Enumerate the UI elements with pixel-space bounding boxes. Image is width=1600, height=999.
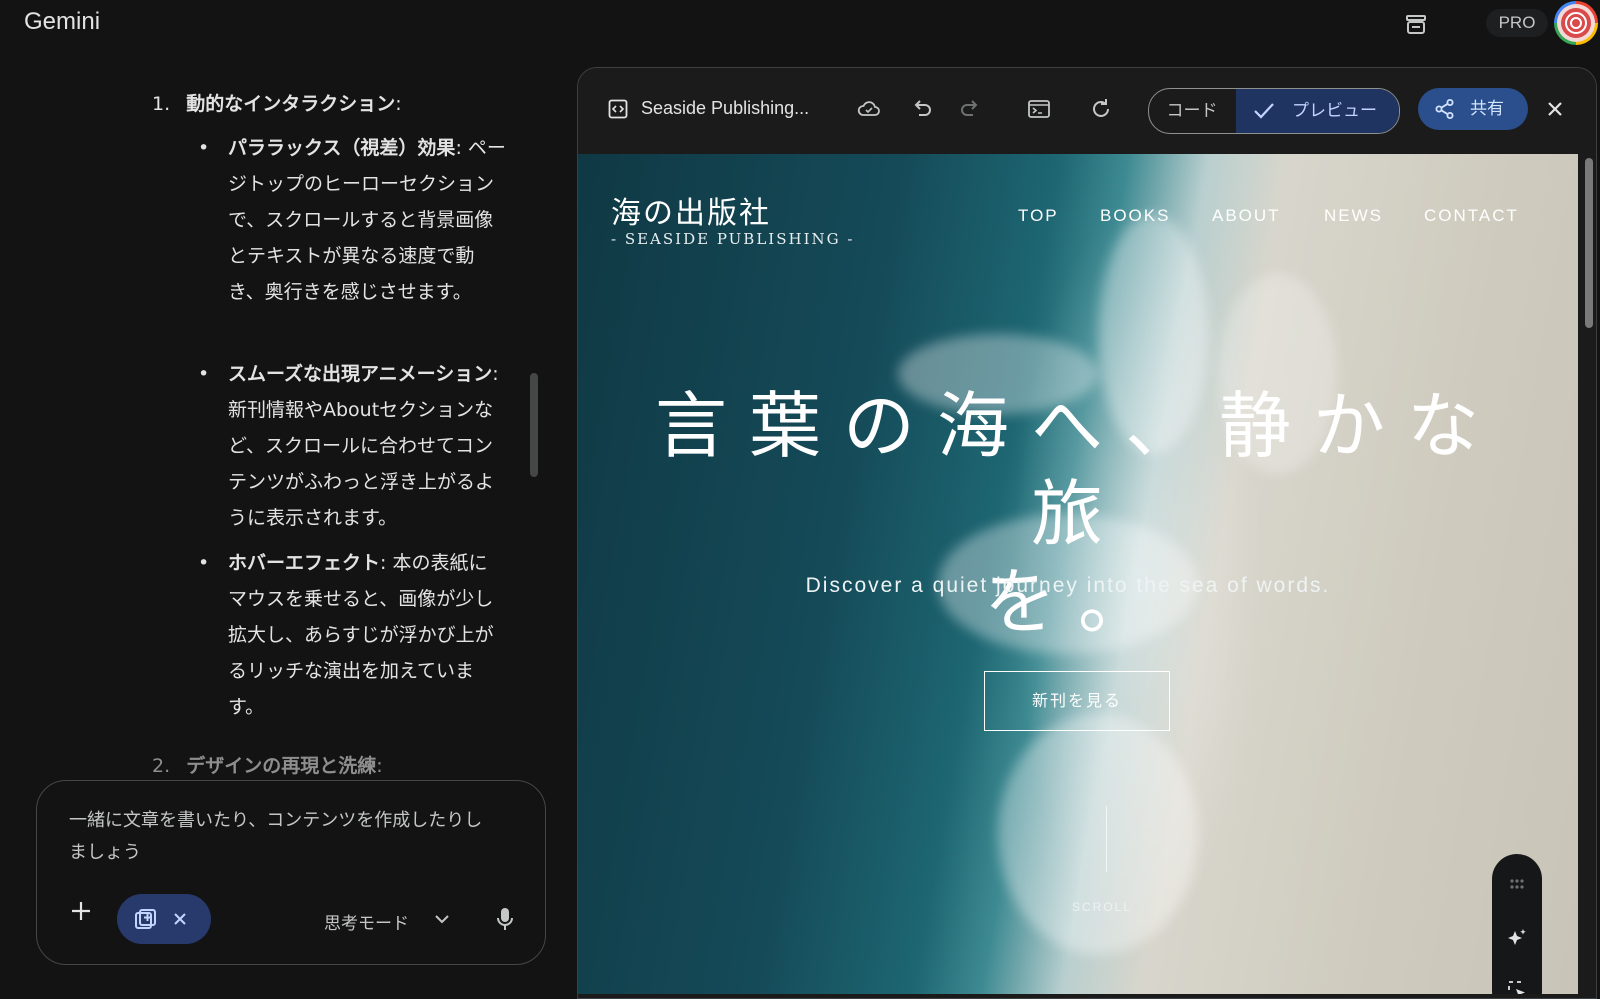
share-label: 共有 <box>1470 99 1504 119</box>
bullet-title: パララックス（視差）効果 <box>228 137 456 159</box>
plus-icon <box>72 902 90 920</box>
close-chip-icon[interactable] <box>173 912 187 926</box>
cloud-save-icon[interactable] <box>856 96 882 122</box>
share-icon <box>1435 99 1454 119</box>
canvas-toolbar: Seaside Publishing... コード プレビュー 共有 <box>578 68 1596 152</box>
share-button[interactable]: 共有 <box>1418 88 1528 130</box>
hero-title-line1: 言葉の海へ、静かな旅 <box>654 384 1501 556</box>
bullet-title: スムーズな出現アニメーション <box>228 363 493 385</box>
chat-scrollbar[interactable] <box>530 373 538 477</box>
bullet-hover-effect: ホバーエフェクト: 本の表紙にマウスを乗せると、画像が少し拡大し、あらすじが浮か… <box>198 545 506 725</box>
preview-scrollbar-thumb[interactable] <box>1585 158 1593 328</box>
add-button[interactable] <box>65 895 97 927</box>
archive-icon[interactable] <box>1402 10 1430 38</box>
nav-news[interactable]: NEWS <box>1324 206 1383 226</box>
top-bar: Gemini PRO <box>0 0 1600 48</box>
tab-preview-label: プレビュー <box>1292 101 1377 121</box>
nav-about[interactable]: ABOUT <box>1212 206 1281 226</box>
bullet-smooth-animation: スムーズな出現アニメーション: 新刊情報やAboutセクションなど、スクロールに… <box>198 356 506 536</box>
tab-preview[interactable]: プレビュー <box>1236 89 1399 133</box>
floating-toolbar <box>1492 854 1542 994</box>
bullet-title: ホバーエフェクト <box>228 552 381 574</box>
check-icon <box>1254 103 1274 119</box>
wave-foam <box>998 714 1198 954</box>
microphone-icon[interactable] <box>493 905 517 933</box>
bullet-text: : 新刊情報やAboutセクションなど、スクロールに合わせてコンテンツがふわっと… <box>228 363 499 529</box>
prompt-input[interactable]: 一緒に文章を書いたり、コンテンツを作成したりしましょう <box>69 805 499 869</box>
list-item-1: 1. 動的なインタラクション: <box>152 86 402 122</box>
list-number: 1. <box>152 93 171 115</box>
console-icon[interactable] <box>1026 96 1052 122</box>
nav-contact[interactable]: CONTACT <box>1424 206 1519 226</box>
canvas-panel: Seaside Publishing... コード プレビュー 共有 海の出版社… <box>577 67 1597 999</box>
chevron-down-icon[interactable] <box>432 909 452 929</box>
list-title: 動的なインタラクション <box>186 93 396 115</box>
bullet-text: : 本の表紙にマウスを乗せると、画像が少し拡大し、あらすじが浮かび上がるリッチな… <box>228 552 494 718</box>
prompt-composer[interactable]: 一緒に文章を書いたり、コンテンツを作成したりしましょう 思考モード <box>36 780 546 965</box>
hero-title: 言葉の海へ、静かな旅 を。 <box>618 382 1538 646</box>
app-title[interactable]: Gemini <box>24 8 100 36</box>
hero-subtitle: Discover a quiet journey into the sea of… <box>805 574 1331 597</box>
rose-icon <box>1561 8 1591 38</box>
list-colon: : <box>376 755 383 777</box>
undo-icon[interactable] <box>908 96 934 122</box>
list-item-2: 2. デザインの再現と洗練: <box>152 748 383 778</box>
close-icon[interactable] <box>1544 98 1566 120</box>
list-colon: : <box>395 93 402 115</box>
list-number: 2. <box>152 755 171 777</box>
site-logo-subtitle: - SEASIDE PUBLISHING - <box>611 230 855 248</box>
hero-title-line2: を。 <box>983 560 1172 644</box>
nav-top[interactable]: TOP <box>1018 206 1059 226</box>
select-element-icon[interactable] <box>1505 978 1529 994</box>
avatar[interactable] <box>1554 1 1598 45</box>
scroll-indicator-label: SCROLL <box>1072 900 1133 914</box>
canvas-tool-chip[interactable] <box>117 894 211 944</box>
document-title[interactable]: Seaside Publishing... <box>641 98 809 119</box>
bullet-parallax: パララックス（視差）効果: ページトップのヒーローセクションで、スクロールすると… <box>198 130 506 310</box>
new-books-button[interactable]: 新刊を見る <box>984 671 1170 731</box>
nav-books[interactable]: BOOKS <box>1100 206 1170 226</box>
pro-badge[interactable]: PRO <box>1486 9 1548 37</box>
avatar-image <box>1557 4 1595 42</box>
scroll-indicator-line <box>1106 806 1107 872</box>
tab-code[interactable]: コード <box>1149 89 1235 133</box>
refresh-icon[interactable] <box>1088 96 1114 122</box>
sparkle-edit-icon[interactable] <box>1505 926 1529 950</box>
list-title: デザインの再現と洗練 <box>186 755 377 777</box>
redo-icon[interactable] <box>958 96 984 122</box>
preview-scrollbar[interactable] <box>1582 154 1596 994</box>
drag-handle-icon[interactable] <box>1505 872 1529 896</box>
code-preview-toggle: コード プレビュー <box>1148 88 1400 134</box>
chat-response: 1. 動的なインタラクション: パララックス（視差）効果: ページトップのヒーロ… <box>0 48 560 778</box>
mode-selector[interactable]: 思考モード <box>324 909 409 934</box>
code-document-icon <box>608 99 628 119</box>
site-logo[interactable]: 海の出版社 <box>611 188 771 232</box>
bullet-text: : ページトップのヒーローセクションで、スクロールすると背景画像とテキストが異な… <box>228 137 506 303</box>
website-preview: 海の出版社 - SEASIDE PUBLISHING - TOP BOOKS A… <box>578 154 1578 994</box>
canvas-icon <box>135 909 156 929</box>
